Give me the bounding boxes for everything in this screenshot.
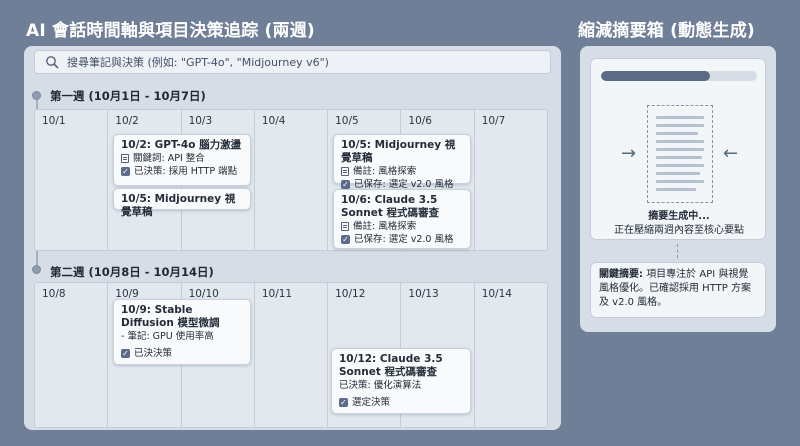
session-card[interactable]: 10/9: Stable Diffusion 模型微調 - 筆記: GPU 使用…	[113, 299, 251, 365]
card-title: 10/6: Claude 3.5 Sonnet 程式碼審查	[341, 194, 440, 219]
main-title: AI 會話時間軸與項目決策追踪 (兩週)	[26, 21, 315, 41]
connector-line	[677, 244, 678, 258]
card-note: 關鍵詞: API 整合	[133, 153, 205, 164]
card-note: - 筆記: GPU 使用率高	[121, 331, 214, 342]
card-decision: 已決決策	[134, 348, 173, 359]
day-label: 10/5	[335, 115, 359, 127]
summary-status-detail: 正在壓縮兩週內容至核心要點	[614, 225, 744, 236]
week-1-dot	[32, 91, 41, 100]
card-title: 10/5: Midjourney 視覺草稿	[341, 139, 456, 164]
day-label: 10/12	[335, 288, 366, 300]
day-column[interactable]: 10/1	[35, 110, 109, 250]
card-title: 10/2: GPT-4o 腦力激盪	[121, 139, 242, 151]
check-icon: ✓	[121, 349, 130, 358]
day-label: 10/8	[42, 288, 66, 300]
week-2-dot	[32, 265, 41, 274]
day-label: 10/14	[481, 288, 512, 300]
day-label: 10/4	[261, 115, 286, 127]
day-label: 10/7	[481, 115, 506, 127]
card-decision: 已保存: 選定 v2.0 風格	[354, 234, 454, 245]
day-label: 10/2	[115, 115, 139, 127]
week-1-label: 第一週 (10月1日 - 10月7日)	[50, 89, 206, 103]
day-column[interactable]: 10/7	[475, 110, 547, 250]
card-note: 備註: 風格探索	[353, 166, 417, 177]
arrow-left-icon: ←	[723, 143, 739, 164]
search-input[interactable]	[67, 55, 550, 69]
card-decision: 選定決策	[352, 397, 391, 408]
check-icon: ✓	[341, 235, 350, 244]
day-label: 10/3	[188, 115, 213, 127]
progress-bar	[601, 71, 757, 81]
timeline-panel: 第一週 (10月1日 - 10月7日) 10/1 10/2 10/3 10/4 …	[24, 46, 561, 430]
check-icon: ✓	[339, 398, 348, 407]
day-label: 10/1	[42, 115, 66, 127]
progress-fill	[601, 71, 711, 81]
search-bar[interactable]	[34, 50, 551, 74]
summary-title: 縮減摘要箱 (動態生成)	[578, 21, 755, 41]
summary-generator: → ← 摘要生成中... 正在壓縮兩週內容至核心要點	[590, 58, 766, 240]
note-icon	[341, 167, 349, 176]
note-icon	[121, 154, 129, 163]
day-label: 10/6	[408, 115, 432, 127]
search-icon	[46, 56, 59, 69]
card-title: 10/9: Stable Diffusion 模型微調	[121, 304, 220, 329]
card-title: 10/5: Midjourney 視覺草稿	[121, 193, 236, 218]
key-summary: 關鍵摘要: 項目專注於 API 與視覺風格優化。已確認採用 HTTP 方案及 v…	[590, 262, 766, 318]
day-column[interactable]: 10/4	[255, 110, 329, 250]
card-note: 備註: 風格探索	[353, 221, 417, 232]
document-icon	[647, 105, 713, 203]
arrow-right-icon: →	[621, 143, 637, 164]
session-card[interactable]: 10/2: GPT-4o 腦力激盪 關鍵詞: API 整合 ✓ 已決策: 採用 H…	[113, 134, 251, 186]
session-card[interactable]: 10/6: Claude 3.5 Sonnet 程式碼審查 備註: 風格探索 ✓…	[333, 189, 471, 249]
card-note: 已決策: 優化演算法	[339, 380, 422, 391]
card-title: 10/12: Claude 3.5 Sonnet 程式碼審查	[339, 353, 443, 378]
session-card[interactable]: 10/5: Midjourney 視覺草稿 備註: 風格探索 ✓ 已保存: 選定 …	[333, 134, 471, 190]
day-column[interactable]: 10/8	[35, 283, 109, 427]
day-label: 10/13	[408, 288, 439, 300]
week-2-label: 第二週 (10月8日 - 10月14日)	[50, 265, 214, 279]
key-summary-label: 關鍵摘要:	[599, 269, 643, 280]
card-decision: 已決策: 採用 HTTP 端點	[134, 166, 238, 177]
summary-status-title: 摘要生成中...	[648, 211, 710, 222]
check-icon: ✓	[341, 180, 350, 189]
day-column[interactable]: 10/14	[475, 283, 547, 427]
check-icon: ✓	[121, 167, 130, 176]
note-icon	[341, 222, 349, 231]
summary-panel: → ← 摘要生成中... 正在壓縮兩週內容至核心要點 關鍵摘要: 項目專注於 A…	[580, 46, 776, 332]
day-column[interactable]: 10/11	[255, 283, 329, 427]
session-card[interactable]: 10/12: Claude 3.5 Sonnet 程式碼審查 已決策: 優化演算…	[331, 348, 471, 414]
day-label: 10/11	[261, 288, 293, 300]
session-card[interactable]: 10/5: Midjourney 視覺草稿	[113, 188, 251, 218]
